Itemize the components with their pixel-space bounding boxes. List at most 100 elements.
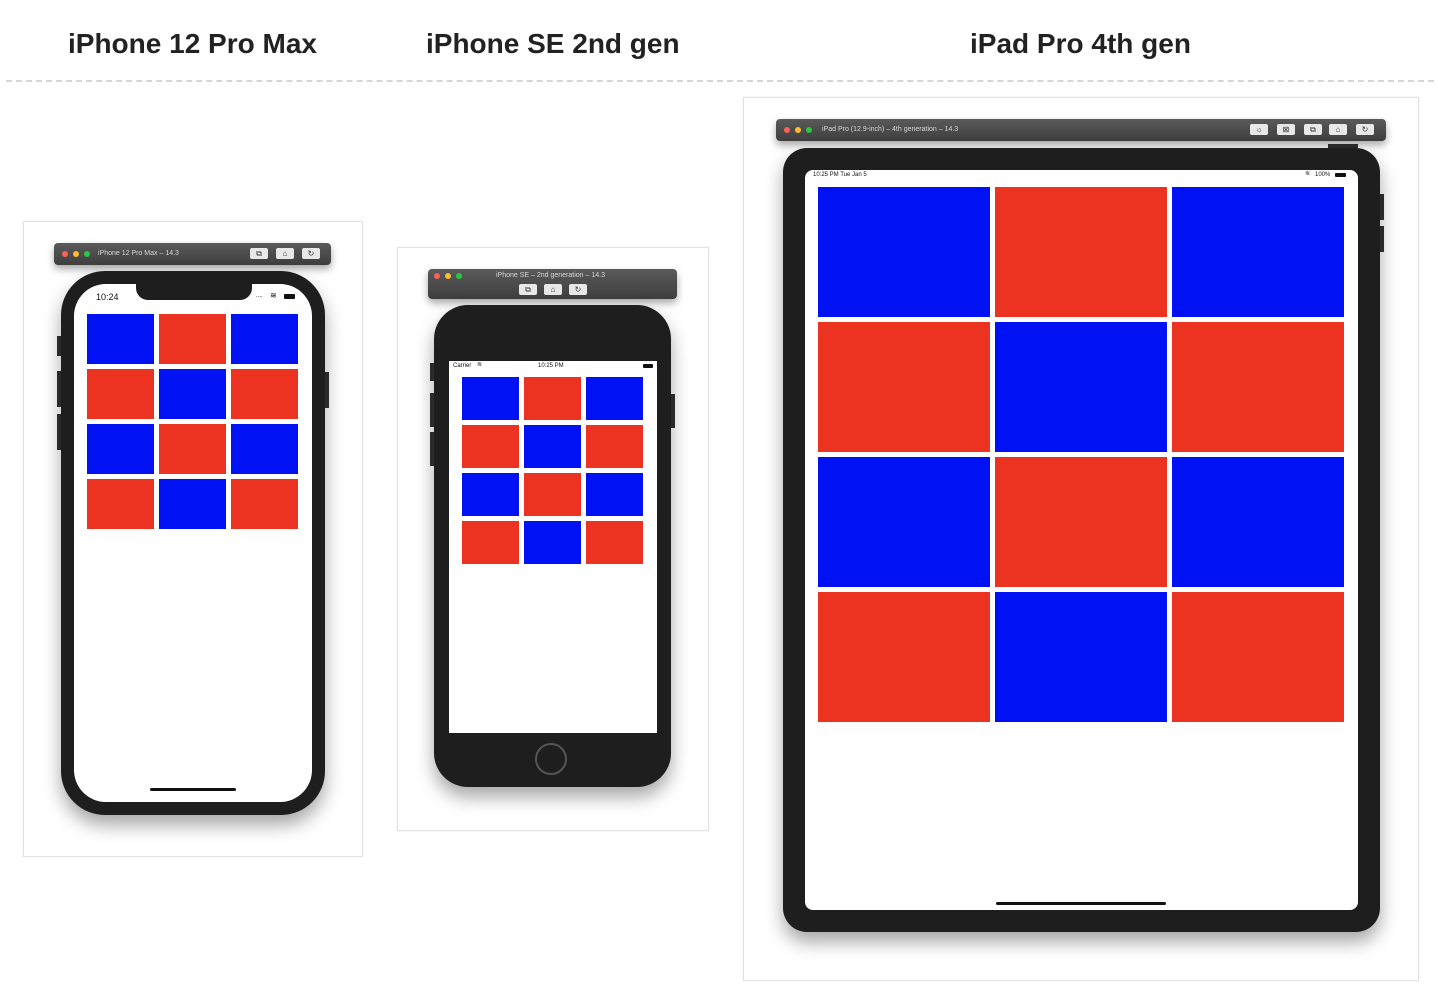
battery-icon (284, 294, 295, 299)
grid-tile-blue (159, 369, 226, 419)
iphonese-home-button[interactable] (535, 743, 567, 775)
screenshot-icon[interactable]: ⧉ (250, 248, 268, 259)
grid-tile-red (159, 424, 226, 474)
grid-tile-red (995, 457, 1167, 587)
ipad-device-frame: 10:25 PM Tue Jan 5 ≋ 100% (783, 144, 1384, 932)
close-window-button[interactable] (62, 251, 68, 257)
grid-tile-blue (995, 592, 1167, 722)
grid-tile-blue (462, 473, 519, 516)
iphone12-device-frame: 10:24 .... ≋ (57, 271, 329, 815)
grid-tile-blue (1172, 187, 1344, 317)
grid-tile-red (1172, 322, 1344, 452)
screenshot-icon[interactable]: ⧉ (519, 284, 537, 295)
grid-tile-red (586, 425, 643, 468)
brightness-icon[interactable]: ☼ (1250, 124, 1268, 135)
iphone12-status-signal: .... (256, 293, 263, 299)
grid-tile-red (524, 377, 581, 420)
ipad-screen[interactable]: 10:25 PM Tue Jan 5 ≋ 100% (805, 170, 1358, 910)
battery-icon (1335, 173, 1346, 177)
minimize-window-button[interactable] (73, 251, 79, 257)
iphonese-volume-down (430, 432, 434, 466)
grid-tile-red (995, 187, 1167, 317)
grid-tile-red (87, 369, 154, 419)
grid-tile-red (87, 479, 154, 529)
close-window-button[interactable] (434, 273, 440, 279)
wifi-icon: ≋ (1305, 171, 1311, 177)
grid-tile-red (818, 322, 990, 452)
wifi-icon: ≋ (270, 291, 277, 300)
close-screen-icon[interactable]: ⊠ (1277, 124, 1295, 135)
iphonese-volume-up (430, 393, 434, 427)
iphone12-volume-up (57, 371, 61, 407)
grid-tile-blue (586, 377, 643, 420)
iphone12-panel: iPhone 12 Pro Max – 14.3 ⧉ ⌂ ↻ 10:24 ...… (23, 221, 363, 857)
ipad-top-button (1328, 144, 1358, 148)
grid-tile-red (524, 473, 581, 516)
grid-tile-blue (231, 424, 298, 474)
grid-tile-blue (818, 187, 990, 317)
close-window-button[interactable] (784, 127, 790, 133)
iphonese-mute-switch (430, 363, 434, 381)
ipad-volume-down (1380, 226, 1384, 252)
grid-tile-blue (87, 314, 154, 364)
heading-iphone-12-pro-max: iPhone 12 Pro Max (68, 28, 317, 59)
minimize-window-button[interactable] (795, 127, 801, 133)
grid-tile-blue (462, 377, 519, 420)
grid-tile-blue (87, 424, 154, 474)
ipad-panel: iPad Pro (12.9-inch) – 4th generation – … (743, 97, 1419, 981)
ipad-simulator-title: iPad Pro (12.9-inch) – 4th generation – … (822, 126, 959, 133)
grid-tile-red (462, 521, 519, 564)
iphone12-screen[interactable]: 10:24 .... ≋ (74, 284, 312, 802)
iphonese-panel: iPhone SE – 2nd generation – 14.3 ⧉ ⌂ ↻ … (397, 247, 709, 831)
zoom-window-button[interactable] (806, 127, 812, 133)
iphone12-home-indicator[interactable] (150, 788, 236, 791)
grid-tile-red (159, 314, 226, 364)
grid-tile-blue (1172, 457, 1344, 587)
rotate-icon[interactable]: ↻ (302, 248, 320, 259)
home-icon[interactable]: ⌂ (544, 284, 562, 295)
iphone12-power-button (325, 372, 329, 408)
screenshot-icon[interactable]: ⧉ (1304, 124, 1322, 135)
heading-ipad-pro-4th-gen: iPad Pro 4th gen (970, 28, 1191, 59)
grid-tile-blue (159, 479, 226, 529)
grid-tile-blue (995, 322, 1167, 452)
heading-divider (6, 80, 1434, 82)
iphone12-side-button (57, 336, 61, 356)
iphone12-simulator-toolbar[interactable]: iPhone 12 Pro Max – 14.3 ⧉ ⌂ ↻ (54, 243, 331, 265)
grid-tile-red (586, 521, 643, 564)
ipad-status-battery: 100% (1315, 172, 1331, 178)
grid-tile-blue (524, 521, 581, 564)
rotate-icon[interactable]: ↻ (569, 284, 587, 295)
iphonese-simulator-title: iPhone SE – 2nd generation – 14.3 (496, 272, 605, 279)
grid-tile-red (462, 425, 519, 468)
iphone12-simulator-title: iPhone 12 Pro Max – 14.3 (98, 250, 179, 257)
iphonese-simulator-toolbar[interactable]: iPhone SE – 2nd generation – 14.3 ⧉ ⌂ ↻ (428, 269, 677, 299)
ipad-status-time: 10:25 PM Tue Jan 5 (813, 172, 867, 178)
iphonese-device-frame: Carrier ≋ 10:25 PM (430, 305, 675, 787)
minimize-window-button[interactable] (445, 273, 451, 279)
grid-tile-red (231, 479, 298, 529)
home-icon[interactable]: ⌂ (1329, 124, 1347, 135)
zoom-window-button[interactable] (84, 251, 90, 257)
wifi-icon: ≋ (477, 362, 483, 368)
iphonese-screen[interactable]: Carrier ≋ 10:25 PM (449, 361, 657, 733)
ipad-home-indicator[interactable] (996, 902, 1166, 905)
ipad-volume-up (1380, 194, 1384, 220)
zoom-window-button[interactable] (456, 273, 462, 279)
rotate-icon[interactable]: ↻ (1356, 124, 1374, 135)
iphonese-status-time: 10:25 PM (538, 363, 564, 369)
iphone12-status-time: 10:24 (96, 292, 119, 302)
iphonese-status-carrier: Carrier (453, 363, 472, 369)
grid-tile-blue (524, 425, 581, 468)
iphone12-notch (136, 284, 252, 300)
heading-iphone-se-2nd-gen: iPhone SE 2nd gen (426, 28, 680, 59)
grid-tile-blue (818, 457, 990, 587)
iphonese-power-button (671, 394, 675, 428)
grid-tile-blue (231, 314, 298, 364)
home-icon[interactable]: ⌂ (276, 248, 294, 259)
grid-tile-red (231, 369, 298, 419)
battery-icon (643, 364, 653, 368)
ipad-simulator-toolbar[interactable]: iPad Pro (12.9-inch) – 4th generation – … (776, 119, 1386, 141)
grid-tile-red (1172, 592, 1344, 722)
grid-tile-red (818, 592, 990, 722)
